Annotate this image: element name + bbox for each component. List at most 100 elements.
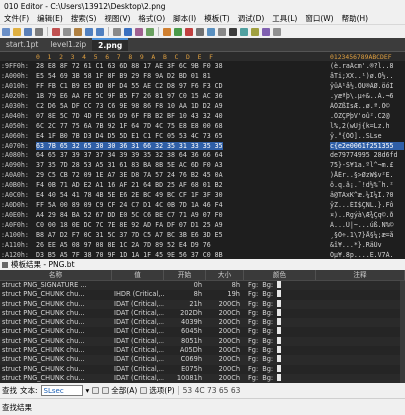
column-size[interactable]: 大小 [206,270,244,280]
column-name[interactable]: 名称 [0,270,112,280]
menu-format[interactable]: 格式(O) [134,13,169,24]
hex-bytes[interactable]: A4 29 84 BA 52 67 DD E0 5C C6 BE C7 71 A… [36,211,223,219]
hex-ascii[interactable]: )ÅËr..§>ØzW$v²E. [330,171,404,179]
goto-icon[interactable] [146,27,154,36]
template-row[interactable]: struct PNG_CHUNK chu... IDAT (Critical,..… [0,327,405,336]
hex-bytes[interactable]: 64 65 37 39 37 37 34 39 39 35 32 38 64 3… [36,151,223,159]
find-input[interactable] [40,385,83,396]
menu-window[interactable]: 窗口(W) [301,13,337,24]
hex-ascii[interactable]: .yæªþ\.µ÷&..À.¬6 [330,92,404,100]
template-color-cell[interactable]: Fg: Bg: [244,281,316,290]
calculator-icon[interactable] [196,27,204,36]
menu-edit[interactable]: 编辑(E) [33,13,67,24]
template-row[interactable]: struct PNG_CHUNK chu... IDAT (Critical,..… [0,318,405,328]
save-all-icon[interactable] [35,27,43,36]
template-color-cell[interactable]: Fg: Bg: [244,327,316,336]
menu-script[interactable]: 脚本(I) [169,13,200,24]
hex-bytes[interactable]: 6C 2C 77 75 6A 7B 92 1F 64 7D 4C 75 E8 E… [36,122,223,130]
template-row[interactable]: struct PNG_CHUNK chu... IHDR (Critical,..… [0,290,405,299]
inspector-icon[interactable] [262,27,270,36]
bg-color-swatch[interactable] [277,318,282,326]
hex-row[interactable]: :A040h: 07 8E 5C 7D 4D FE 56 D9 6F FB B2 … [0,111,405,121]
hex-bytes[interactable]: 1B 79 E6 AA FE 5C 9F B5 F7 26 81 97 C0 1… [36,92,223,100]
hex-ascii[interactable]: .ÖZÇPþV'oû².C2@ [330,112,404,120]
hex-ascii[interactable]: À...Ü|~...úß.Ñ%© [330,221,404,229]
hex-ascii[interactable]: c{e2e0061f251355 [330,141,404,150]
redo-icon[interactable] [96,27,104,36]
hex-bytes[interactable]: E5 54 69 3B 58 1F 8F B9 29 F8 9A D2 BD 0… [36,72,211,80]
open-folder-icon[interactable] [13,27,21,36]
template-row[interactable]: struct PNG_SIGNATURE ... 0h 8h Fg: Bg: [0,281,405,291]
find-options-button[interactable]: 选项(P) [140,385,175,396]
template-row[interactable]: struct PNG_CHUNK chu... IDAT (Critical,..… [0,364,405,374]
undo-icon[interactable] [85,27,93,36]
tab-start[interactable]: start.1pt [0,38,44,51]
hex-bytes[interactable]: C0 00 18 0E DC 7C 7E 8E 92 AD FA DF 07 D… [36,221,223,229]
paste-icon[interactable] [74,27,82,36]
hex-row[interactable]: :A120h: D3 B5 A5 7F 38 70 9F 1D 1A 1F 45 … [0,250,405,259]
find-icon[interactable] [113,27,121,36]
template-color-cell[interactable]: Fg: Bg: [244,308,316,318]
hex-bytes[interactable]: 63 7B 65 32 65 30 30 36 31 66 32 35 31 3… [36,141,223,150]
hex-bytes[interactable]: FF FB C1 B9 E5 BD 8F D4 55 AE C2 D8 97 F… [36,82,223,90]
hex-ascii[interactable]: ä@TAxK^æ.¼I¼Ï.?0 [330,191,404,199]
menu-help[interactable]: 帮助(H) [338,13,373,24]
template-row[interactable]: struct PNG_CHUNK chu... IDAT (Critical,..… [0,336,405,347]
copy-icon[interactable] [63,27,71,36]
hex-ascii[interactable]: ÂÖZßÌsÆ..ø.ª.Ò© [330,102,404,110]
hex-ascii[interactable]: ÿZ...ÉÏ$ÇÑL.}.Fô [330,201,404,209]
hex-row[interactable]: :A070h: 63 7B 65 32 65 30 30 36 31 66 32 … [0,141,405,151]
hex-row[interactable]: :A0C0h: E4 40 54 41 78 4B 5E E6 2E BC 49 … [0,190,405,200]
template-color-cell[interactable]: Fg: Bg: [244,299,316,309]
cut-icon[interactable] [52,27,60,36]
template-row[interactable]: struct PNG_CHUNK chu... IDAT (Critical,..… [0,373,405,383]
hex-bytes[interactable]: 07 8E 5C 7D 4D FE 56 D9 6F FB B2 BF 10 4… [36,112,223,120]
template-row[interactable]: struct PNG_CHUNK chu... IDAT (Critical,..… [0,308,405,318]
hex-ascii[interactable]: ¸§Ò÷.1\7}Å§¼;æ=å [330,231,404,239]
bg-color-swatch[interactable] [277,327,282,335]
find-prev-button[interactable] [92,387,100,394]
tab-level1-zip[interactable]: level1.zip [44,38,92,51]
hex-row[interactable]: :A080h: 64 65 37 39 37 37 34 39 39 35 32 … [0,150,405,160]
hex-ascii[interactable]: Óµ¥.8p....E.V7À. [330,251,404,259]
bg-color-swatch[interactable] [277,355,282,363]
hex-ascii[interactable]: ô.q.â¡.¯!d½%¯h.² [330,181,404,189]
hex-row[interactable]: :A090h: 37 35 7D 28 53 A5 31 61 83 BA 8B … [0,160,405,170]
hex-row[interactable]: :A010h: FF FB C1 B9 E5 BD 8F D4 55 AE C2 … [0,81,405,91]
template-color-cell[interactable]: Fg: Bg: [244,355,316,364]
checksum-icon[interactable] [240,27,248,36]
bg-color-swatch[interactable] [277,364,282,372]
hex-bytes[interactable]: 37 35 7D 28 53 A5 31 61 83 BA 8B 5E AC 6… [36,161,223,169]
column-color[interactable]: 颜色 [244,270,316,280]
menu-view[interactable]: 视图(V) [100,13,134,24]
new-file-icon[interactable] [2,27,10,36]
bg-color-swatch[interactable] [277,281,282,288]
template-color-cell[interactable]: Fg: Bg: [244,346,316,355]
save-icon[interactable] [24,27,32,36]
template-color-cell[interactable]: Fg: Bg: [244,290,316,299]
hex-ascii[interactable]: ¤)..Rgýà\Æ¾Çq©.ð [330,211,404,219]
compare-icon[interactable] [207,27,215,36]
hex-row[interactable]: :A050h: 6C 2C 77 75 6A 7B 92 1F 64 7D 4C … [0,121,405,131]
hex-ascii[interactable]: l%,2(wUj{k=Lz.h [330,122,404,130]
hex-bytes[interactable]: F4 0B 71 AD E2 A1 16 AF 21 64 BD 25 AF 6… [36,181,223,189]
menu-file[interactable]: 文件(F) [0,13,33,24]
hex-row[interactable]: :A0A0h: 29 C5 CB 72 09 1E A7 3E D8 7A 57 … [0,170,405,180]
hex-ascii[interactable]: (è.raÁcm'.®?l..8 [330,62,404,70]
bookmark-icon[interactable] [251,27,259,36]
find-all-button[interactable]: 全部(A) [102,385,137,396]
hex-row[interactable]: :A110h: 26 EE A5 08 97 08 8E 1C 2A 7D 89 … [0,240,405,250]
template-row[interactable]: struct PNG_CHUNK chu... IDAT (Critical,..… [0,299,405,309]
bg-color-swatch[interactable] [277,336,282,344]
settings-icon[interactable] [273,27,281,36]
hex-row[interactable]: :A0E0h: A4 29 84 BA 52 67 DD E0 5C C6 BE … [0,210,405,220]
menu-debug[interactable]: 调试(D) [234,13,269,24]
hex-bytes[interactable]: C2 D6 5A DF CC 73 C6 9E 98 86 F8 10 AA 1… [36,102,223,110]
bg-color-swatch[interactable] [277,290,282,298]
bg-color-swatch[interactable] [277,299,282,307]
hex-bytes[interactable]: D3 B5 A5 7F 38 70 9F 1D 1A 1F 45 9E 56 3… [36,251,223,259]
tab-2-png[interactable]: 2.png [92,38,129,51]
template-row[interactable]: struct PNG_CHUNK chu... IDAT (Critical,..… [0,355,405,365]
bg-color-swatch[interactable] [277,373,282,381]
template-color-cell[interactable]: Fg: Bg: [244,373,316,383]
